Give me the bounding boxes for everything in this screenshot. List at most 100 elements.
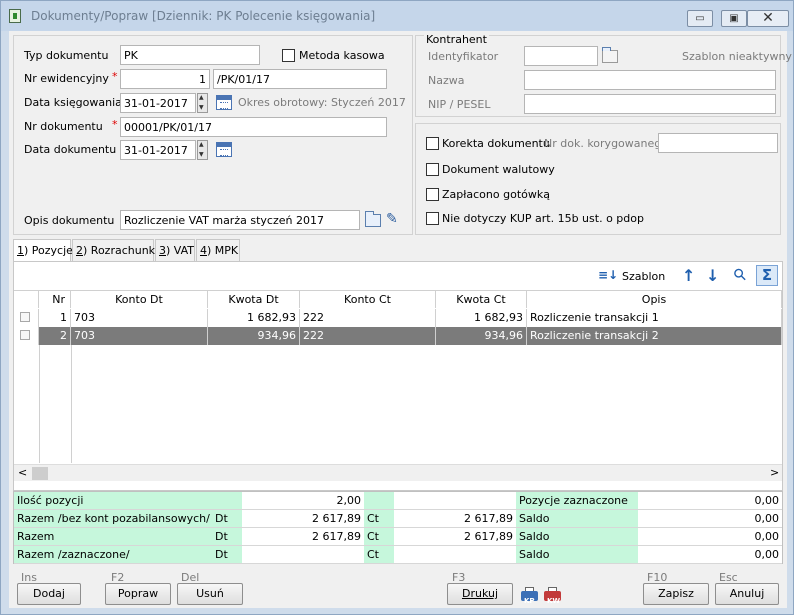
calendar-icon[interactable]	[216, 142, 232, 157]
nr-kor-label: Nr dok. korygowanego	[544, 137, 668, 150]
print-kp-icon[interactable]: KP	[521, 587, 538, 605]
folder-icon[interactable]	[365, 211, 381, 227]
column-header-nr[interactable]: Nr	[39, 291, 71, 308]
move-down-icon[interactable]: ↓	[706, 266, 719, 285]
data-ksieg-field[interactable]: 31-01-2017	[120, 93, 196, 113]
tab-mpk[interactable]: 4) MPK	[196, 239, 240, 261]
saldo-value: 0,00	[638, 546, 782, 564]
tab-key: 4	[200, 244, 207, 257]
column-header-opis[interactable]: Opis	[527, 291, 782, 308]
scroll-thumb[interactable]	[32, 467, 48, 480]
search-icon[interactable]: ⚲	[729, 264, 751, 286]
nr-dok-label: Nr dokumentu	[24, 120, 103, 133]
szablon-button[interactable]: Szablon	[622, 270, 665, 283]
maximize-button[interactable]: ▣	[721, 10, 747, 27]
tab-pozycje[interactable]: 1) Pozycje	[13, 239, 73, 262]
horizontal-scrollbar[interactable]: < >	[14, 464, 782, 481]
data-dok-field[interactable]: 31-01-2017	[120, 140, 196, 160]
cell-kwota-dt: 934,96	[208, 327, 300, 345]
drukuj-button[interactable]: Drukuj	[447, 583, 513, 605]
nr-kor-field[interactable]	[658, 133, 778, 153]
kup-checkbox[interactable]	[426, 212, 439, 225]
razem-label: Razem	[14, 528, 212, 546]
razem-ct: 2 617,89	[394, 528, 516, 546]
row-select-cell[interactable]	[14, 327, 39, 345]
title-bar[interactable]: Dokumenty/Popraw [Dziennik: PK Polecenie…	[1, 1, 793, 31]
nr-ewid-suffix-field[interactable]: /PK/01/17	[213, 69, 387, 89]
poz-zazn-value: 0,00	[638, 492, 782, 510]
kup-label: Nie dotyczy KUP art. 15b ust. o pdop	[442, 212, 644, 225]
nazwa-label: Nazwa	[428, 74, 465, 87]
razem-bez-ct: 2 617,89	[394, 510, 516, 528]
metoda-kasowa-checkbox[interactable]	[282, 49, 295, 62]
ilosc-value: 2,00	[242, 492, 364, 510]
row-checkbox[interactable]	[20, 330, 30, 340]
edit-icon[interactable]: ✎	[386, 211, 398, 227]
folder-icon[interactable]	[602, 47, 618, 63]
nr-dok-field[interactable]: 00001/PK/01/17	[120, 117, 387, 137]
identyfikator-field[interactable]	[524, 46, 598, 66]
usun-button[interactable]: Usuń	[177, 583, 243, 605]
table-row-selected[interactable]: 2 703 934,96 222 934,96 Rozliczenie tran…	[14, 327, 782, 345]
tab-key: 2	[76, 244, 83, 257]
data-ksieg-spinner[interactable]	[197, 93, 208, 113]
saldo-label: Saldo	[516, 510, 638, 528]
scroll-right-arrow[interactable]: >	[770, 466, 779, 479]
saldo-value: 0,00	[638, 510, 782, 528]
razem-bez-label: Razem /bez kont pozabilansowych/	[14, 510, 212, 528]
nr-ewid-number-field[interactable]: 1	[120, 69, 210, 89]
column-header-kwota-dt[interactable]: Kwota Dt	[208, 291, 300, 308]
dialog-window: Dokumenty/Popraw [Dziennik: PK Polecenie…	[0, 0, 794, 615]
scroll-left-arrow[interactable]: <	[18, 466, 27, 479]
dodaj-button[interactable]: Dodaj	[17, 583, 81, 605]
data-ksieg-label: Data księgowania	[24, 96, 122, 109]
zapisz-button[interactable]: Zapisz	[643, 583, 709, 605]
gotowka-checkbox[interactable]	[426, 188, 439, 201]
sigma-icon[interactable]: Σ	[756, 265, 778, 286]
app-icon	[9, 9, 21, 23]
kontrahent-group: Kontrahent Identyfikator Szablon nieakty…	[415, 33, 792, 117]
entries-grid: Nr Konto Dt Kwota Dt Konto Ct Kwota Ct O…	[14, 290, 782, 463]
data-dok-spinner[interactable]	[197, 140, 208, 160]
row-select-cell[interactable]	[14, 309, 39, 327]
korekta-checkbox[interactable]	[426, 137, 439, 150]
options-group: Korekta dokumentu Nr dok. korygowanego D…	[415, 123, 781, 235]
cell-kwota-ct: 1 682,93	[436, 309, 527, 327]
saldo-label: Saldo	[516, 528, 638, 546]
minimize-button[interactable]: ▭	[687, 10, 713, 27]
row-checkbox[interactable]	[20, 312, 30, 322]
identyfikator-label: Identyfikator	[428, 50, 499, 63]
anuluj-button[interactable]: Anuluj	[715, 583, 779, 605]
calendar-icon[interactable]	[216, 95, 232, 110]
cell-kwota-dt: 1 682,93	[208, 309, 300, 327]
tab-vat[interactable]: 3) VAT	[155, 239, 195, 261]
opis-label: Opis dokumentu	[24, 214, 115, 227]
pozycje-panel: ≡↓ Szablon ↑ ↓ ⚲ Σ Nr Konto Dt Kwota Dt …	[13, 261, 783, 491]
dt-label: Dt	[212, 546, 242, 564]
move-up-icon[interactable]: ↑	[682, 266, 695, 285]
tab-label: MPK	[211, 244, 239, 257]
column-header-konto-dt[interactable]: Konto Dt	[71, 291, 208, 308]
ilosc-label: Ilość pozycji	[14, 492, 212, 510]
nazwa-field[interactable]	[524, 70, 776, 90]
summary-panel: Ilość pozycji 2,00 Pozycje zaznaczone 0,…	[13, 491, 783, 564]
szablon-icon[interactable]: ≡↓	[598, 268, 618, 282]
column-header-kwota-ct[interactable]: Kwota Ct	[436, 291, 527, 308]
tab-rozrachunki[interactable]: 2) Rozrachunki	[72, 239, 158, 261]
summary-blank	[364, 492, 394, 510]
razem-zazn-ct	[394, 546, 516, 564]
saldo-value: 0,00	[638, 528, 782, 546]
table-row[interactable]: 1 703 1 682,93 222 1 682,93 Rozliczenie …	[14, 309, 782, 327]
close-button[interactable]: ✕	[747, 10, 789, 27]
saldo-label: Saldo	[516, 546, 638, 564]
walutowy-checkbox[interactable]	[426, 163, 439, 176]
razem-zazn-dt	[242, 546, 364, 564]
print-kw-icon[interactable]: KW	[544, 587, 561, 605]
column-header-check	[14, 291, 39, 308]
typ-field[interactable]: PK	[120, 45, 260, 65]
popraw-button[interactable]: Popraw	[105, 583, 171, 605]
nip-field[interactable]	[524, 94, 776, 114]
okres-obrotowy-text: Okres obrotowy: Styczeń 2017	[238, 96, 406, 109]
column-header-konto-ct[interactable]: Konto Ct	[300, 291, 436, 308]
opis-field[interactable]: Rozliczenie VAT marża styczeń 2017	[120, 210, 360, 230]
